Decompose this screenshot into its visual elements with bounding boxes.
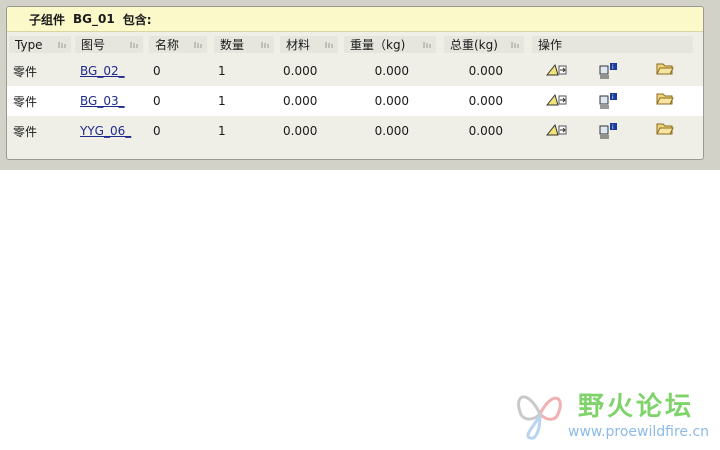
cell-name: 0 xyxy=(153,94,161,108)
sort-icon[interactable] xyxy=(422,40,432,50)
column-header-type[interactable]: Type xyxy=(9,36,71,53)
title-prefix: 子组件 xyxy=(29,12,66,27)
sort-icon[interactable] xyxy=(510,40,520,50)
cell-total-weight: 0.000 xyxy=(468,124,503,138)
cell-total-weight: 0.000 xyxy=(468,94,503,108)
cell-weight: 0.000 xyxy=(374,94,409,108)
open-folder-icon[interactable] xyxy=(656,122,674,136)
subcomponent-panel: 子组件 BG_01 包含: Type 图号 名称 数量 材料 重量（kg) 总重… xyxy=(6,6,704,160)
cell-quantity: 1 xyxy=(218,94,226,108)
title-assembly: BG_01 xyxy=(73,12,115,26)
cell-quantity: 1 xyxy=(218,124,226,138)
drawing-number-link[interactable]: BG_02_ xyxy=(80,56,125,86)
watermark-url: www.proewildfire.cn xyxy=(568,424,710,440)
cell-name: 0 xyxy=(153,124,161,138)
open-folder-icon[interactable] xyxy=(656,92,674,106)
cell-type: 零件 xyxy=(13,94,38,109)
cell-total-weight: 0.000 xyxy=(468,64,503,78)
column-header-actions: 操作 xyxy=(532,36,693,53)
sort-icon[interactable] xyxy=(324,40,334,50)
column-header-total-weight[interactable]: 总重(kg) xyxy=(444,36,524,53)
cell-name: 0 xyxy=(153,64,161,78)
drawing-number-link[interactable]: BG_03_ xyxy=(80,86,125,116)
watermark: 野火论坛 www.proewildfire.cn xyxy=(510,384,715,444)
column-header-name[interactable]: 名称 xyxy=(149,36,207,53)
content-area: 子组件 BG_01 包含: Type 图号 名称 数量 材料 重量（kg) 总重… xyxy=(0,0,720,170)
drawing-number-link[interactable]: YYG_06_ xyxy=(80,116,131,146)
column-header-drawing-no[interactable]: 图号 xyxy=(75,36,143,53)
table-row: 零件 BG_02_ 0 1 0.000 0.000 0.000 i xyxy=(7,56,703,86)
sort-icon[interactable] xyxy=(260,40,270,50)
cell-weight: 0.000 xyxy=(374,124,409,138)
sort-icon[interactable] xyxy=(193,40,203,50)
watermark-title: 野火论坛 xyxy=(578,392,695,422)
table-row: 零件 YYG_06_ 0 1 0.000 0.000 0.000 i xyxy=(7,116,703,146)
cell-type: 零件 xyxy=(13,124,38,139)
info-icon[interactable]: i xyxy=(599,62,619,80)
sort-icon[interactable] xyxy=(57,40,67,50)
butterfly-logo-icon xyxy=(517,395,562,440)
edit-geometry-icon[interactable] xyxy=(546,92,568,108)
column-header-material[interactable]: 材料 xyxy=(280,36,338,53)
cell-weight: 0.000 xyxy=(374,64,409,78)
info-icon[interactable]: i xyxy=(599,122,619,140)
sort-icon[interactable] xyxy=(129,40,139,50)
panel-title: 子组件 BG_01 包含: xyxy=(7,7,703,32)
table-row: 零件 BG_03_ 0 1 0.000 0.000 0.000 i xyxy=(7,86,703,116)
column-header-qty[interactable]: 数量 xyxy=(214,36,274,53)
cell-material: 0.000 xyxy=(283,124,318,138)
column-header-weight[interactable]: 重量（kg) xyxy=(344,36,436,53)
title-suffix: 包含: xyxy=(122,12,152,27)
table-header: Type 图号 名称 数量 材料 重量（kg) 总重(kg) 操作 xyxy=(7,32,703,56)
open-folder-icon[interactable] xyxy=(656,62,674,76)
info-icon[interactable]: i xyxy=(599,92,619,110)
cell-material: 0.000 xyxy=(283,64,318,78)
cell-type: 零件 xyxy=(13,64,38,79)
cell-quantity: 1 xyxy=(218,64,226,78)
edit-geometry-icon[interactable] xyxy=(546,62,568,78)
edit-geometry-icon[interactable] xyxy=(546,122,568,138)
cell-material: 0.000 xyxy=(283,94,318,108)
